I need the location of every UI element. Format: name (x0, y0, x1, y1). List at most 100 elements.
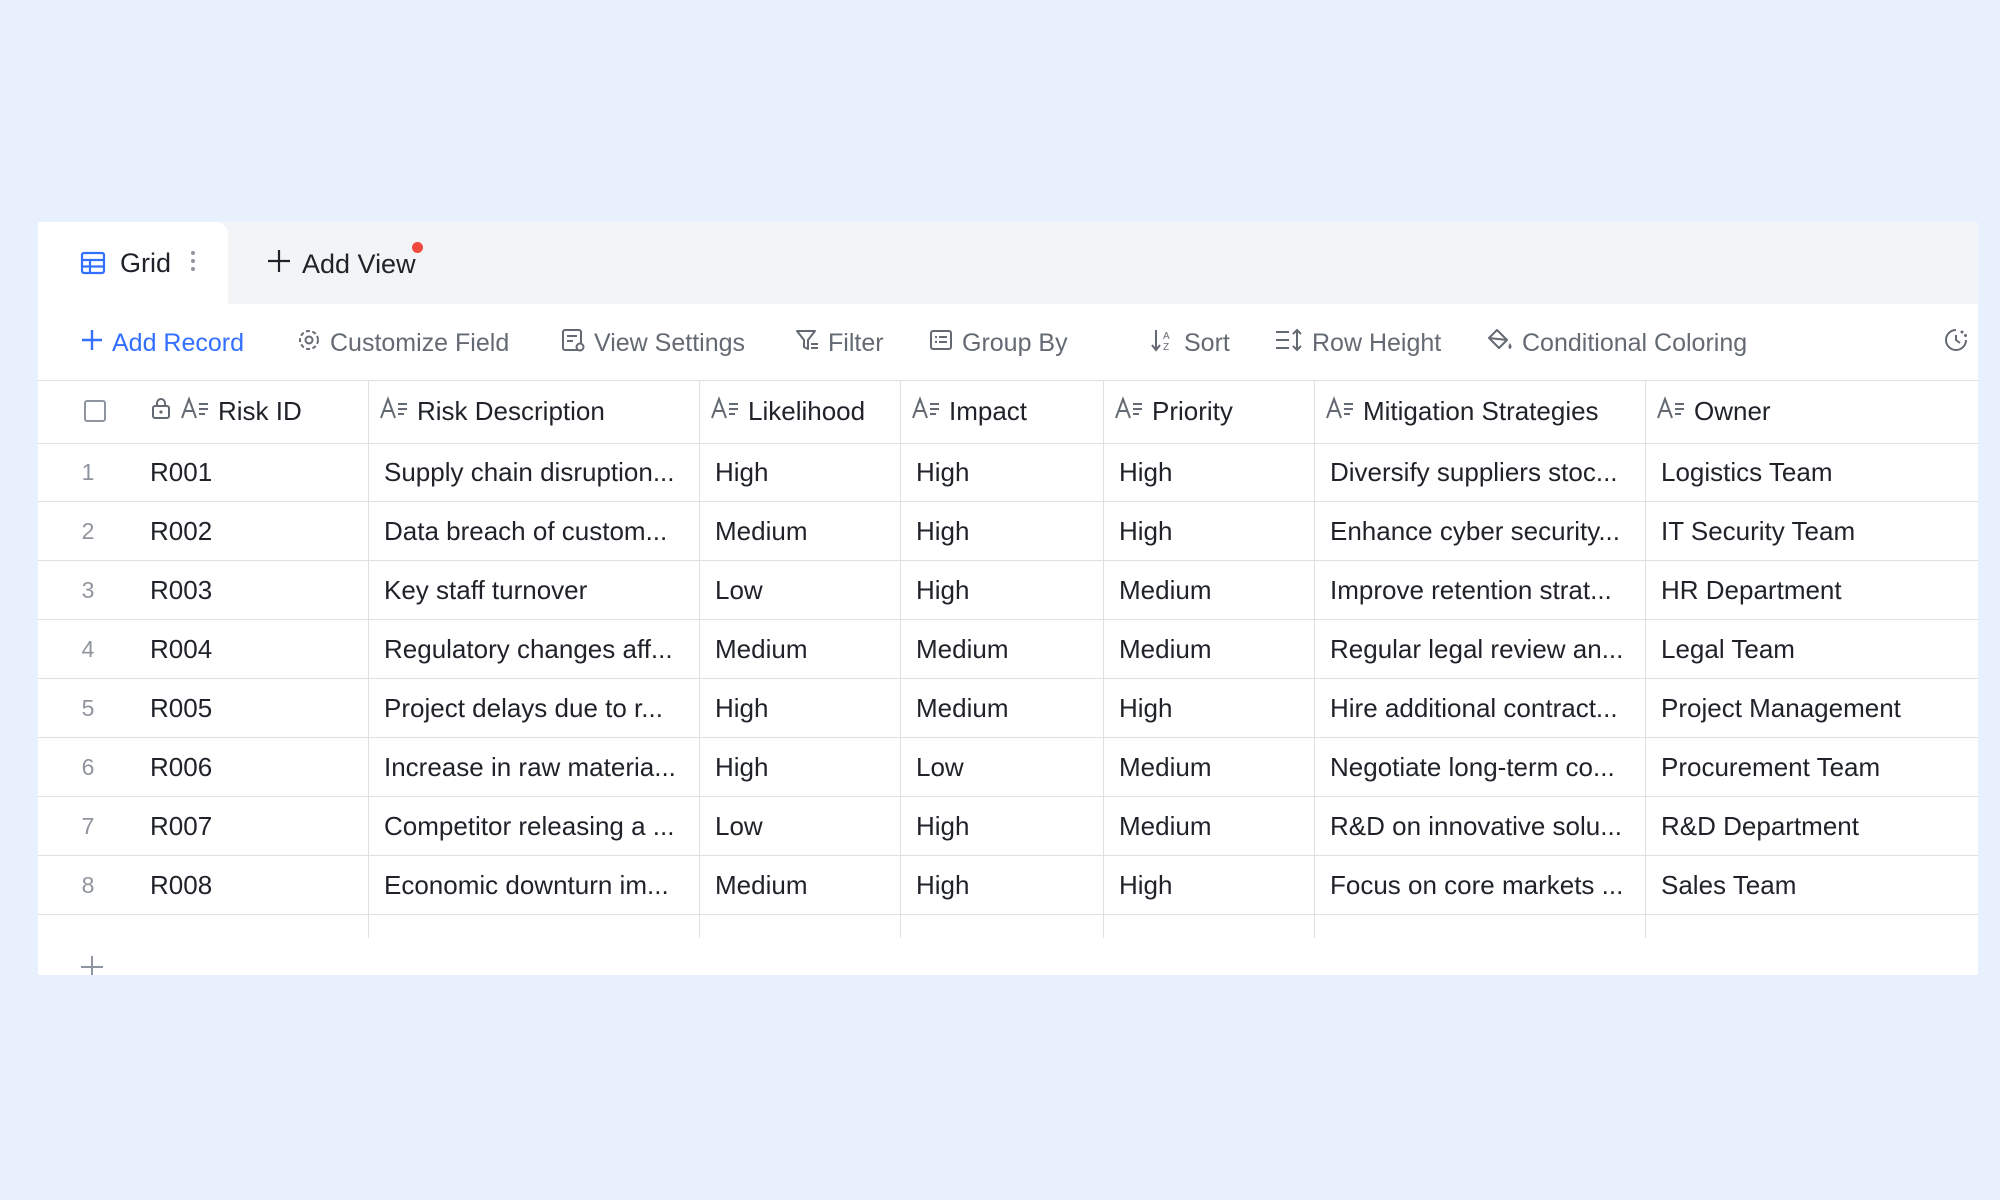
cell-risk-id[interactable]: R006 (150, 738, 368, 796)
cell-impact[interactable]: High (901, 502, 1103, 560)
column-divider-frozen (368, 380, 369, 938)
cell-owner[interactable]: IT Security Team (1646, 502, 1978, 560)
cell-risk-description[interactable]: Increase in raw materia... (369, 738, 699, 796)
cell-likelihood[interactable]: Low (700, 797, 900, 855)
cell-mitigation-strategies[interactable]: Hire additional contract... (1315, 679, 1645, 737)
cell-risk-description[interactable]: Regulatory changes aff... (369, 620, 699, 678)
text-field-icon (180, 396, 210, 427)
group-by-button[interactable]: Group By (928, 326, 1068, 360)
tab-grid[interactable]: Grid (38, 222, 228, 304)
cell-owner[interactable]: Logistics Team (1646, 443, 1978, 501)
table-row[interactable]: 8 R008 Economic downturn im... Medium High Hi… (38, 856, 1978, 915)
cell-owner[interactable]: Procurement Team (1646, 738, 1978, 796)
history-button[interactable] (1942, 326, 1970, 360)
cell-likelihood[interactable]: Low (700, 561, 900, 619)
add-view-button[interactable]: Add View (266, 242, 423, 281)
row-number: 8 (81, 872, 95, 898)
cell-priority[interactable]: High (1104, 856, 1314, 914)
cell-owner[interactable]: Project Management (1646, 679, 1978, 737)
cell-likelihood[interactable]: Medium (700, 620, 900, 678)
cell-risk-description[interactable]: Data breach of custom... (369, 502, 699, 560)
cell-priority[interactable]: Medium (1104, 738, 1314, 796)
cell-mitigation-strategies[interactable]: Enhance cyber security... (1315, 502, 1645, 560)
row-height-button[interactable]: Row Height (1274, 326, 1441, 360)
plus-icon (80, 955, 104, 975)
table-row[interactable]: 1 R001 Supply chain disruption... High High H… (38, 443, 1978, 502)
column-header-risk-description[interactable]: Risk Description (369, 380, 699, 443)
column-divider (1645, 380, 1646, 938)
cell-risk-id[interactable]: R007 (150, 797, 368, 855)
cell-mitigation-strategies[interactable]: Improve retention strat... (1315, 561, 1645, 619)
cell-impact[interactable]: High (901, 797, 1103, 855)
cell-risk-description[interactable]: Competitor releasing a ... (369, 797, 699, 855)
vertical-dots-icon[interactable] (188, 246, 198, 281)
cell-risk-id[interactable]: R003 (150, 561, 368, 619)
cell-priority[interactable]: Medium (1104, 561, 1314, 619)
column-header-label: Likelihood (748, 396, 866, 426)
cell-priority[interactable]: High (1104, 679, 1314, 737)
row-number: 7 (81, 813, 95, 839)
cell-priority[interactable]: High (1104, 443, 1314, 501)
cell-likelihood[interactable]: Medium (700, 856, 900, 914)
cell-priority[interactable]: High (1104, 502, 1314, 560)
column-header-owner[interactable]: Owner (1646, 380, 1978, 443)
row-number: 3 (81, 577, 95, 603)
row-number: 1 (81, 459, 95, 485)
cell-likelihood[interactable]: High (700, 679, 900, 737)
cell-owner[interactable]: Sales Team (1646, 856, 1978, 914)
cell-risk-id[interactable]: R004 (150, 620, 368, 678)
add-record-button[interactable]: Add Record (80, 326, 244, 360)
add-row-button[interactable] (38, 938, 1978, 975)
cell-owner[interactable]: R&D Department (1646, 797, 1978, 855)
table-row[interactable]: 7 R007 Competitor releasing a ... Low High Me… (38, 797, 1978, 856)
column-header-risk-id[interactable]: Risk ID (150, 380, 368, 443)
cell-risk-description[interactable]: Project delays due to r... (369, 679, 699, 737)
table-row[interactable]: 4 R004 Regulatory changes aff... Medium Medi… (38, 620, 1978, 679)
sort-button[interactable]: A Z Sort (1150, 326, 1230, 360)
cell-priority[interactable]: Medium (1104, 620, 1314, 678)
text-field-icon (1114, 396, 1144, 427)
view-settings-button[interactable]: View Settings (560, 326, 745, 360)
cell-impact[interactable]: High (901, 443, 1103, 501)
conditional-coloring-button[interactable]: Conditional Coloring (1486, 326, 1747, 360)
table-row[interactable]: 6 R006 Increase in raw materia... High Low Me… (38, 738, 1978, 797)
cell-mitigation-strategies[interactable]: Regular legal review an... (1315, 620, 1645, 678)
cell-risk-id[interactable]: R008 (150, 856, 368, 914)
cell-impact[interactable]: Medium (901, 620, 1103, 678)
column-divider (699, 380, 700, 938)
cell-risk-id[interactable]: R002 (150, 502, 368, 560)
cell-owner[interactable]: HR Department (1646, 561, 1978, 619)
cell-mitigation-strategies[interactable]: Negotiate long-term co... (1315, 738, 1645, 796)
cell-priority[interactable]: Medium (1104, 797, 1314, 855)
cell-mitigation-strategies[interactable]: Diversify suppliers stoc... (1315, 443, 1645, 501)
column-header-mitigation-strategies[interactable]: Mitigation Strategies (1315, 380, 1645, 443)
cell-likelihood[interactable]: High (700, 738, 900, 796)
cell-impact[interactable]: Low (901, 738, 1103, 796)
column-header-priority[interactable]: Priority (1104, 380, 1314, 443)
cell-risk-description[interactable]: Supply chain disruption... (369, 443, 699, 501)
column-header-impact[interactable]: Impact (901, 380, 1103, 443)
tab-grid-label: Grid (120, 248, 172, 278)
cell-likelihood[interactable]: Medium (700, 502, 900, 560)
text-field-icon (379, 396, 409, 427)
cell-impact[interactable]: High (901, 561, 1103, 619)
cell-risk-description[interactable]: Key staff turnover (369, 561, 699, 619)
filter-button[interactable]: Filter (794, 326, 884, 360)
customize-field-button[interactable]: Customize Field (296, 326, 509, 360)
add-view-label: Add View (302, 249, 416, 279)
cell-impact[interactable]: High (901, 856, 1103, 914)
cell-risk-description[interactable]: Economic downturn im... (369, 856, 699, 914)
cell-owner[interactable]: Legal Team (1646, 620, 1978, 678)
cell-mitigation-strategies[interactable]: R&D on innovative solu... (1315, 797, 1645, 855)
column-header-likelihood[interactable]: Likelihood (700, 380, 900, 443)
lock-icon (150, 396, 172, 427)
table-row[interactable]: 3 R003 Key staff turnover Low High Medium Impr… (38, 561, 1978, 620)
table-row[interactable]: 2 R002 Data breach of custom... Medium High H… (38, 502, 1978, 561)
cell-mitigation-strategies[interactable]: Focus on core markets ... (1315, 856, 1645, 914)
cell-risk-id[interactable]: R001 (150, 443, 368, 501)
cell-likelihood[interactable]: High (700, 443, 900, 501)
table-row[interactable]: 5 R005 Project delays due to r... High Mediu… (38, 679, 1978, 738)
cell-risk-id[interactable]: R005 (150, 679, 368, 737)
select-all-checkbox[interactable] (84, 400, 106, 422)
cell-impact[interactable]: Medium (901, 679, 1103, 737)
